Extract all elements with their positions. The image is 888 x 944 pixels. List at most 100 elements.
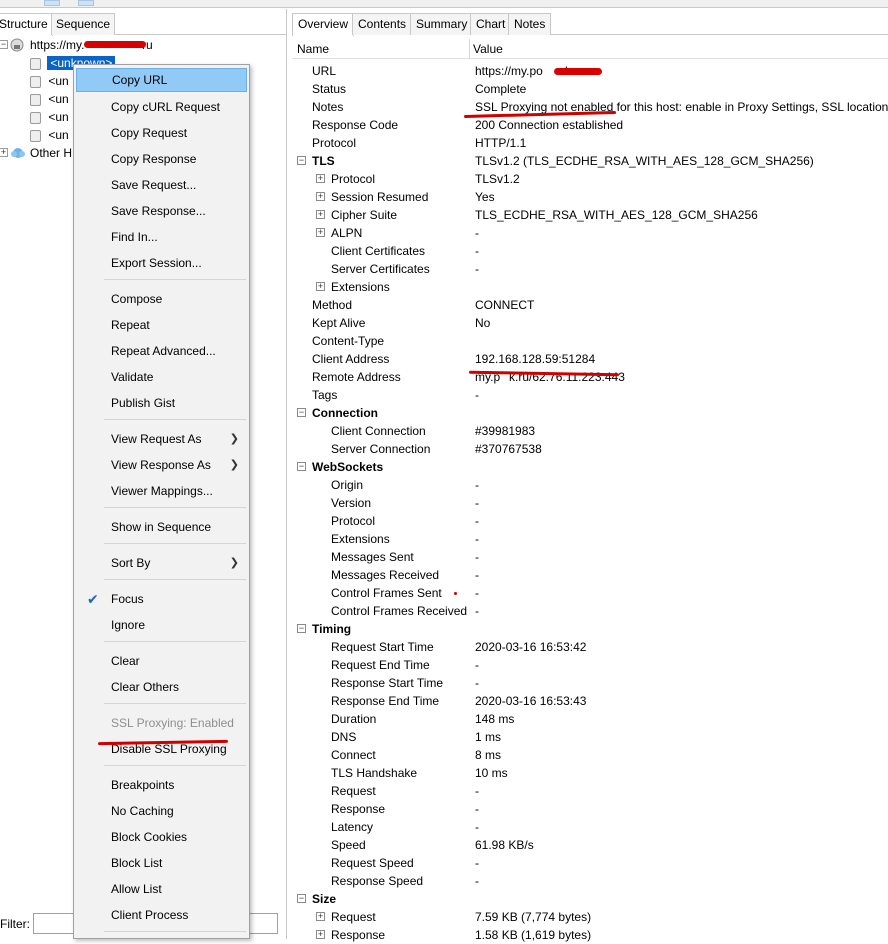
- menu-copy-response[interactable]: Copy Response: [76, 147, 247, 171]
- menu-repeat[interactable]: Repeat: [76, 313, 247, 337]
- collapse-icon[interactable]: −: [297, 408, 306, 417]
- menu-validate[interactable]: Validate: [76, 365, 247, 389]
- table-row[interactable]: Request End Time -: [292, 656, 888, 674]
- collapse-icon[interactable]: −: [297, 894, 306, 903]
- table-row[interactable]: Tags -: [292, 386, 888, 404]
- table-row[interactable]: Request Speed -: [292, 854, 888, 872]
- tab-overview[interactable]: Overview: [292, 13, 355, 36]
- menu-viewer-mappings[interactable]: Viewer Mappings...: [76, 479, 247, 503]
- section-row[interactable]: − Size: [292, 890, 888, 908]
- menu-find-in[interactable]: Find In...: [76, 225, 247, 249]
- table-row[interactable]: Kept Alive No: [292, 314, 888, 332]
- table-row[interactable]: Method CONNECT: [292, 296, 888, 314]
- expand-icon[interactable]: +: [316, 912, 325, 921]
- table-row[interactable]: Messages Sent -: [292, 548, 888, 566]
- column-divider[interactable]: [469, 39, 470, 59]
- table-row[interactable]: + Session Resumed Yes: [292, 188, 888, 206]
- collapse-icon[interactable]: −: [297, 462, 306, 471]
- menu-show-in-sequence[interactable]: Show in Sequence: [76, 515, 247, 539]
- menu-block-cookies[interactable]: Block Cookies: [76, 825, 247, 849]
- menu-view-request-as[interactable]: View Request As ❯: [76, 427, 247, 451]
- tab-structure[interactable]: Structure: [0, 13, 53, 36]
- tree-child-row[interactable]: <un: [30, 126, 69, 144]
- table-row[interactable]: Speed 61.98 KB/s: [292, 836, 888, 854]
- table-row[interactable]: Response Speed -: [292, 872, 888, 890]
- column-header-value[interactable]: Value: [473, 42, 503, 56]
- collapse-icon[interactable]: −: [297, 624, 306, 633]
- expand-icon[interactable]: +: [316, 282, 325, 291]
- menu-save-response[interactable]: Save Response...: [76, 199, 247, 223]
- table-row[interactable]: Protocol HTTP/1.1: [292, 134, 888, 152]
- menu-sort-by[interactable]: Sort By ❯: [76, 551, 247, 575]
- table-row[interactable]: + Cipher Suite TLS_ECDHE_RSA_WITH_AES_128_…: [292, 206, 888, 224]
- expand-icon[interactable]: +: [0, 148, 8, 157]
- table-row[interactable]: Origin -: [292, 476, 888, 494]
- table-row[interactable]: Client Connection #39981983: [292, 422, 888, 440]
- menu-copy-url[interactable]: Copy URL: [76, 68, 247, 92]
- menu-repeat-advanced[interactable]: Repeat Advanced...: [76, 339, 247, 363]
- tab-notes[interactable]: Notes: [508, 13, 552, 35]
- menu-compose[interactable]: Compose: [76, 287, 247, 311]
- section-row[interactable]: − WebSockets: [292, 458, 888, 476]
- tab-summary[interactable]: Summary: [410, 13, 474, 35]
- toolbar-button[interactable]: [78, 0, 94, 6]
- expand-icon[interactable]: +: [316, 228, 325, 237]
- table-row[interactable]: Server Certificates -: [292, 260, 888, 278]
- table-row[interactable]: Request -: [292, 782, 888, 800]
- table-row[interactable]: + Response 1.58 KB (1,619 bytes): [292, 926, 888, 944]
- menu-clear[interactable]: Clear: [76, 649, 247, 673]
- table-row[interactable]: Response Start Time -: [292, 674, 888, 692]
- menu-save-request[interactable]: Save Request...: [76, 173, 247, 197]
- tab-sequence[interactable]: Sequence: [51, 13, 116, 35]
- table-row[interactable]: Remote Address my.p k.ru/62.76.11.223:443: [292, 368, 888, 386]
- menu-view-response-as[interactable]: View Response As ❯: [76, 453, 247, 477]
- section-row[interactable]: − Connection: [292, 404, 888, 422]
- table-row[interactable]: Response End Time 2020-03-16 16:53:43: [292, 692, 888, 710]
- menu-export-session[interactable]: Export Session...: [76, 251, 247, 275]
- menu-copy-curl-request[interactable]: Copy cURL Request: [76, 95, 247, 119]
- table-row[interactable]: Protocol -: [292, 512, 888, 530]
- table-row[interactable]: Extensions -: [292, 530, 888, 548]
- table-row[interactable]: Content-Type: [292, 332, 888, 350]
- collapse-icon[interactable]: −: [297, 156, 306, 165]
- section-row[interactable]: − Timing: [292, 620, 888, 638]
- table-row[interactable]: + Extensions: [292, 278, 888, 296]
- table-row[interactable]: Server Connection #370767538: [292, 440, 888, 458]
- table-row[interactable]: + ALPN -: [292, 224, 888, 242]
- table-row[interactable]: Request Start Time 2020-03-16 16:53:42: [292, 638, 888, 656]
- menu-focus[interactable]: ✔ Focus: [76, 587, 247, 611]
- tree-child-row[interactable]: <un: [30, 90, 69, 108]
- expand-icon[interactable]: +: [316, 174, 325, 183]
- menu-publish-gist[interactable]: Publish Gist: [76, 391, 247, 415]
- collapse-icon[interactable]: −: [0, 40, 8, 49]
- table-row[interactable]: + Request 7.59 KB (7,774 bytes): [292, 908, 888, 926]
- expand-icon[interactable]: +: [316, 192, 325, 201]
- table-row[interactable]: Client Certificates -: [292, 242, 888, 260]
- menu-breakpoints[interactable]: Breakpoints: [76, 773, 247, 797]
- menu-no-caching[interactable]: No Caching: [76, 799, 247, 823]
- tab-chart[interactable]: Chart: [470, 13, 512, 35]
- expand-icon[interactable]: +: [316, 930, 325, 939]
- menu-block-list[interactable]: Block List: [76, 851, 247, 875]
- menu-copy-request[interactable]: Copy Request: [76, 121, 247, 145]
- table-row[interactable]: Messages Received -: [292, 566, 888, 584]
- table-row[interactable]: Status Complete: [292, 80, 888, 98]
- table-row[interactable]: Latency -: [292, 818, 888, 836]
- menu-client-process[interactable]: Client Process: [76, 903, 247, 927]
- table-row[interactable]: + Protocol TLSv1.2: [292, 170, 888, 188]
- table-row[interactable]: Version -: [292, 494, 888, 512]
- table-row[interactable]: Control Frames Sent -: [292, 584, 888, 602]
- table-row[interactable]: Duration 148 ms: [292, 710, 888, 728]
- menu-allow-list[interactable]: Allow List: [76, 877, 247, 901]
- table-row[interactable]: Response -: [292, 800, 888, 818]
- table-row[interactable]: DNS 1 ms: [292, 728, 888, 746]
- table-row[interactable]: Connect 8 ms: [292, 746, 888, 764]
- menu-clear-others[interactable]: Clear Others: [76, 675, 247, 699]
- table-row[interactable]: TLS Handshake 10 ms: [292, 764, 888, 782]
- tree-child-row[interactable]: <un: [30, 108, 69, 126]
- tree-child-row[interactable]: <un: [30, 72, 69, 90]
- table-row[interactable]: Control Frames Received -: [292, 602, 888, 620]
- column-header-name[interactable]: Name: [297, 42, 329, 56]
- table-row[interactable]: Response Code 200 Connection established: [292, 116, 888, 134]
- toolbar-button[interactable]: [44, 0, 60, 6]
